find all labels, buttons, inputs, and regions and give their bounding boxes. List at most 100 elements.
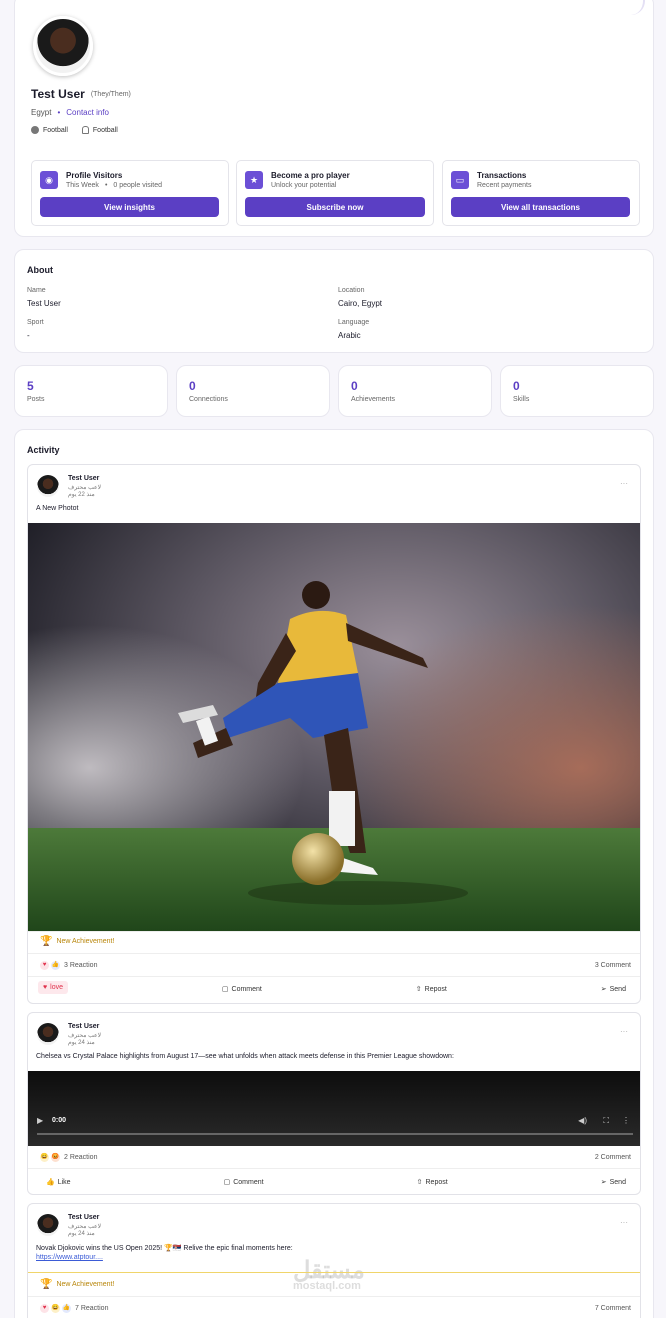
stat-label: Achievements [351, 396, 395, 403]
more-options-icon[interactable]: ··· [620, 479, 628, 488]
love-label: love [50, 984, 63, 991]
trophy-icon: 🏆 [40, 1279, 53, 1290]
post-text: A New Photot [36, 505, 79, 512]
post-photo[interactable] [28, 523, 641, 931]
post-card: Test User لاعب محترف منذ 22 يوم ··· A Ne… [27, 464, 641, 1004]
profile-pronouns: (They/Them) [90, 90, 131, 98]
video-progress-bar[interactable] [37, 1133, 633, 1135]
play-icon[interactable]: ▶ [37, 1116, 43, 1125]
like-reaction-icon: 👍 [62, 1304, 71, 1313]
dot-separator: • [57, 108, 61, 117]
field-label: Location [338, 287, 365, 294]
stat-card-achievements[interactable]: 0 Achievements [338, 365, 492, 417]
contact-info-link[interactable]: Contact info [66, 108, 109, 117]
reaction-count[interactable]: 7 Reaction [75, 1305, 108, 1312]
send-button[interactable]: ➢ Send [601, 984, 626, 994]
send-label: Send [609, 1178, 626, 1186]
view-insights-button[interactable]: View insights [40, 197, 219, 217]
subscribe-now-button[interactable]: Subscribe now [245, 197, 425, 217]
post-author[interactable]: Test User [68, 1023, 99, 1030]
volume-icon[interactable]: ◀) [578, 1116, 587, 1125]
promo-subtitle: This Week [66, 182, 99, 189]
stat-card-connections[interactable]: 0 Connections [176, 365, 330, 417]
comment-button[interactable]: ▢ Comment [222, 984, 262, 994]
stat-value: 0 [189, 379, 196, 393]
post-avatar[interactable] [37, 1023, 59, 1045]
promo-card-visitors: ◉ Profile Visitors This Week • 0 people … [31, 160, 229, 226]
haha-reaction-icon: 😄 [51, 1304, 60, 1313]
post-avatar[interactable] [37, 1214, 59, 1236]
repost-button[interactable]: ⇧ Repost [416, 1178, 448, 1187]
activity-heading: Activity [27, 445, 60, 455]
comment-count[interactable]: 3 Comment [595, 962, 631, 969]
field-value-location: Cairo, Egypt [338, 299, 383, 308]
stat-card-skills[interactable]: 0 Skills [500, 365, 654, 417]
field-value-sport: - [27, 331, 30, 340]
comment-count[interactable]: 7 Comment [595, 1305, 631, 1312]
stat-card-posts[interactable]: 5 Posts [14, 365, 168, 417]
heart-reaction-icon: ♥ [40, 961, 49, 970]
field-label: Sport [27, 319, 44, 326]
post-avatar[interactable] [37, 475, 59, 497]
post-text: Chelsea vs Crystal Palace highlights fro… [36, 1053, 454, 1060]
wallet-icon: ▭ [451, 171, 469, 189]
post-role: لاعب محترف [68, 1224, 101, 1230]
promo-subtitle-count: 0 people visited [113, 182, 163, 189]
post-time: منذ 22 يوم [68, 492, 95, 498]
comment-icon: ▢ [223, 1179, 231, 1186]
stat-value: 0 [513, 379, 520, 393]
more-options-icon[interactable]: ··· [620, 1218, 628, 1227]
stat-value: 0 [351, 379, 358, 393]
post-time: منذ 24 يوم [68, 1040, 95, 1046]
like-reaction-icon: 👍 [51, 961, 60, 970]
profile-card: Test User (They/Them) Egypt • Contact in… [14, 0, 654, 237]
video-time: 0:00 [52, 1117, 67, 1124]
stat-value: 5 [27, 379, 34, 393]
profile-name: Test User [31, 87, 85, 101]
video-menu-icon[interactable]: ⋮ [622, 1116, 630, 1125]
reaction-count[interactable]: 2 Reaction [64, 1154, 97, 1161]
heart-reaction-icon: ♥ [40, 1304, 49, 1313]
like-label: Like [57, 1178, 71, 1186]
repost-label: Repost [424, 985, 447, 993]
stat-label: Posts [27, 396, 45, 403]
video-player[interactable]: ▶ 0:00 ◀) ⛶ ⋮ [28, 1071, 640, 1146]
post-author[interactable]: Test User [68, 1214, 99, 1221]
view-all-transactions-button[interactable]: View all transactions [451, 197, 630, 217]
send-button[interactable]: ➢ Send [600, 1178, 626, 1187]
trophy-icon: 🏆 [40, 936, 53, 947]
post-role: لاعب محترف [68, 1033, 101, 1039]
heart-icon: ♥ [43, 984, 48, 991]
repost-button[interactable]: ⇧ Repost [416, 984, 447, 994]
field-value-language: Arabic [338, 331, 361, 340]
field-label: Language [338, 319, 370, 326]
sport-tag: Football [43, 126, 68, 134]
about-card: About Name Test User Location Cairo, Egy… [14, 249, 654, 353]
promo-title: Transactions [477, 171, 527, 180]
post-link[interactable]: https://www.atptour.... [36, 1254, 103, 1261]
eye-icon: ◉ [40, 171, 58, 189]
watermark-latin: mostaql.com [293, 1280, 361, 1292]
love-button[interactable]: ♥ love [38, 981, 68, 994]
more-options-icon[interactable]: ··· [620, 1027, 628, 1036]
haha-reaction-icon: 😄 [40, 1153, 49, 1162]
repost-icon: ⇧ [416, 1179, 423, 1186]
stat-label: Connections [189, 396, 228, 403]
post-card: Test User لاعب محترف منذ 24 يوم ··· Nova… [27, 1203, 641, 1318]
comment-label: Comment [231, 985, 262, 993]
check-badge-icon [31, 126, 39, 134]
post-card: Test User لاعب محترف منذ 24 يوم ··· Chel… [27, 1012, 641, 1195]
comment-count[interactable]: 2 Comment [595, 1154, 631, 1161]
corner-decoration [631, 0, 645, 15]
promo-card-transactions: ▭ Transactions Recent payments View all … [442, 160, 640, 226]
send-icon: ➢ [600, 1179, 607, 1186]
profile-avatar[interactable] [33, 16, 93, 76]
fullscreen-icon[interactable]: ⛶ [603, 1116, 609, 1126]
comment-button[interactable]: ▢ Comment [223, 1178, 264, 1187]
post-role: لاعب محترف [68, 485, 101, 491]
sport-tag: Football [92, 126, 118, 134]
like-button[interactable]: 👍 Like [46, 1178, 71, 1187]
angry-reaction-icon: 😡 [51, 1153, 60, 1162]
post-author[interactable]: Test User [68, 475, 99, 482]
reaction-count[interactable]: 3 Reaction [64, 962, 97, 969]
